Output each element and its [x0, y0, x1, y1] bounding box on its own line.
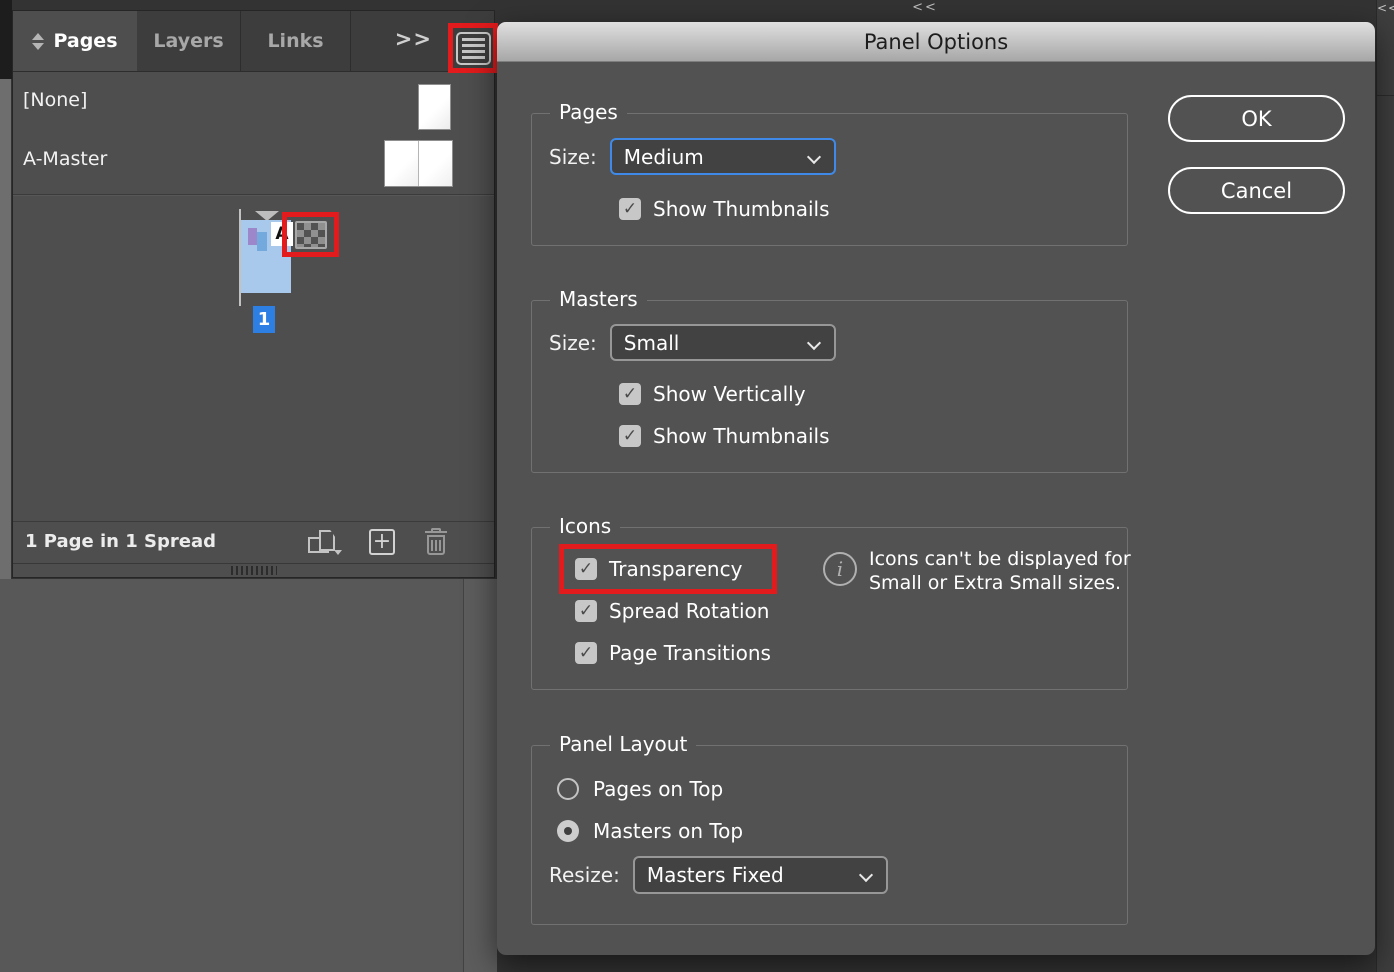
cancel-button[interactable]: Cancel [1168, 167, 1345, 214]
pages-legend: Pages [550, 100, 627, 124]
edit-page-size-icon[interactable] [308, 530, 342, 556]
dock-divider [1377, 95, 1394, 96]
radio-button-selected[interactable] [557, 820, 579, 842]
checkbox-spread-rotation[interactable]: ✓ Spread Rotation [575, 599, 769, 623]
expand-panel-icon[interactable]: >> [395, 27, 432, 51]
thumbnail-content-block [248, 228, 257, 245]
pages-size-value: Medium [624, 145, 704, 169]
radio-pages-on-top[interactable]: Pages on Top [557, 777, 723, 801]
masters-fieldset: Masters Size: Small ✓ Show Vertically ✓ … [531, 300, 1128, 473]
checkbox-show-thumbnails-masters[interactable]: ✓ Show Thumbnails [619, 424, 830, 448]
resize-value: Masters Fixed [647, 863, 784, 887]
delete-page-icon[interactable] [425, 528, 447, 556]
pages-fieldset: Pages Size: Medium ✓ Show Thumbnails [531, 113, 1128, 246]
dialog-title: Panel Options [864, 30, 1008, 54]
icons-fieldset: Icons ✓ Transparency ✓ Spread Rotation ✓… [531, 527, 1128, 690]
collapse-dock-icon[interactable]: << [1377, 1, 1394, 15]
panel-divider [463, 579, 464, 972]
chevron-down-icon [859, 868, 873, 882]
icons-legend: Icons [550, 514, 620, 538]
tab-pages[interactable]: Pages [13, 11, 137, 71]
master-name: A-Master [23, 148, 107, 170]
checkbox-page-transitions[interactable]: ✓ Page Transitions [575, 641, 771, 665]
checkbox-box[interactable]: ✓ [575, 642, 597, 664]
page-number-badge[interactable]: 1 [253, 306, 275, 333]
checkbox-box[interactable]: ✓ [619, 425, 641, 447]
checkbox-box[interactable]: ✓ [619, 383, 641, 405]
annotation-highlight-panel-menu [448, 23, 498, 73]
pages-size-select[interactable]: Medium [610, 138, 836, 175]
indesign-workspace: << << Pages Layers Links >> [None] [0, 0, 1394, 972]
right-dock-strip: << [1376, 0, 1394, 972]
pages-size-row: Size: Medium [549, 138, 836, 175]
masters-legend: Masters [550, 287, 647, 311]
app-edge-scroll-strip [0, 79, 11, 579]
collapse-dock-icon[interactable]: << [905, 0, 945, 15]
master-name: [None] [23, 89, 87, 111]
tab-layers-label: Layers [153, 30, 223, 52]
page-count-status: 1 Page in 1 Spread [25, 531, 216, 552]
transparency-checker-icon [295, 221, 327, 249]
masters-size-value: Small [624, 331, 680, 355]
masters-size-row: Size: Small [549, 324, 836, 361]
master-row-a-master[interactable]: A-Master [13, 131, 494, 194]
resize-select[interactable]: Masters Fixed [633, 856, 888, 894]
thumbnail-content-block [257, 232, 267, 251]
pages-panel: Pages Layers Links >> [None] A-Master [12, 10, 495, 578]
dialog-titlebar[interactable]: Panel Options [497, 22, 1375, 62]
panel-options-dialog: Panel Options Pages Size: Medium ✓ Show … [497, 22, 1375, 955]
info-icon: i [823, 552, 857, 586]
master-page-thumbnail[interactable] [418, 84, 451, 130]
tab-pages-label: Pages [53, 30, 117, 52]
pages-panel-status-bar: 1 Page in 1 Spread + [13, 521, 494, 563]
tab-layers[interactable]: Layers [137, 11, 241, 71]
panel-menu-icon[interactable] [456, 32, 491, 65]
ok-button[interactable]: OK [1168, 95, 1345, 142]
resize-label: Resize: [549, 863, 620, 887]
checkbox-box[interactable]: ✓ [575, 600, 597, 622]
masters-size-label: Size: [549, 331, 597, 355]
checkbox-box[interactable]: ✓ [619, 198, 641, 220]
icons-info-text: Icons can't be displayed for Small or Ex… [869, 547, 1135, 595]
tab-links-label: Links [267, 30, 323, 52]
radio-button[interactable] [557, 778, 579, 800]
panel-resize-row [13, 563, 494, 577]
panel-tab-bar: Pages Layers Links >> [13, 11, 494, 72]
chevron-down-icon [807, 150, 821, 164]
panel-collapse-diamond-icon [32, 33, 44, 50]
radio-masters-on-top[interactable]: Masters on Top [557, 819, 743, 843]
panel-resize-grip[interactable] [231, 566, 277, 575]
create-new-page-icon[interactable]: + [369, 529, 395, 555]
master-row-none[interactable]: [None] [13, 73, 494, 131]
checkbox-show-vertically[interactable]: ✓ Show Vertically [619, 382, 806, 406]
pages-size-label: Size: [549, 145, 597, 169]
panel-layout-fieldset: Panel Layout Pages on Top Masters on Top… [531, 745, 1128, 925]
lower-panel-gutter [464, 579, 497, 972]
checkbox-show-thumbnails[interactable]: ✓ Show Thumbnails [619, 197, 830, 221]
panel-layout-legend: Panel Layout [550, 732, 696, 756]
masters-size-select[interactable]: Small [610, 324, 836, 361]
master-spread-thumbnail[interactable] [384, 140, 453, 187]
resize-row: Resize: Masters Fixed [549, 856, 888, 894]
lower-panel-area [0, 579, 497, 972]
masters-pages-divider [13, 194, 494, 196]
annotation-highlight-transparency-checkbox [559, 544, 777, 594]
tab-links[interactable]: Links [241, 11, 351, 71]
chevron-down-icon [807, 336, 821, 350]
app-edge-strip [0, 0, 12, 79]
annotation-highlight-transparency-icon [282, 212, 339, 257]
